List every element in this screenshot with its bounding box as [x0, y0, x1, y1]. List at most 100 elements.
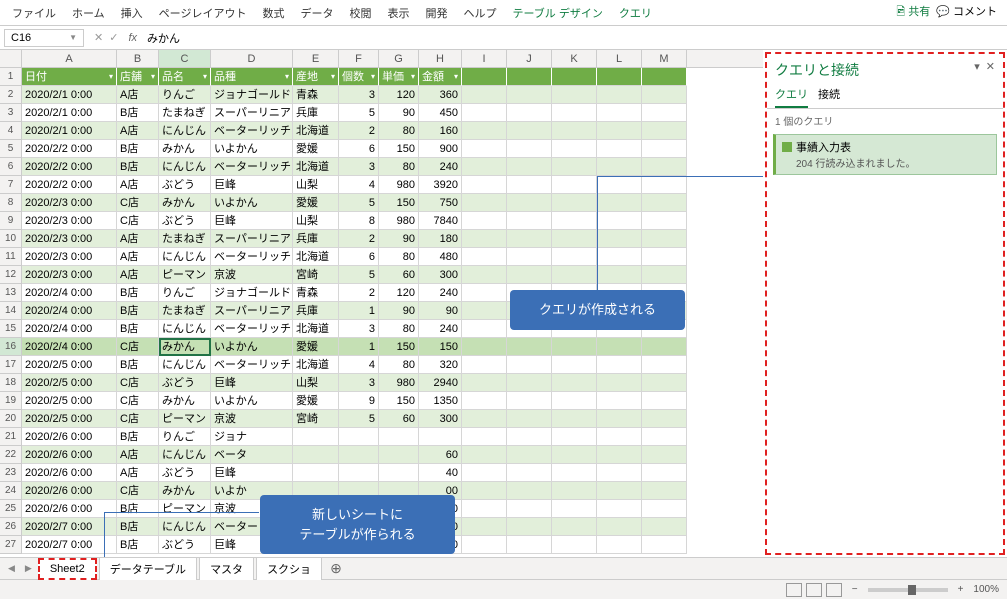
row-header[interactable]: 25 [0, 500, 22, 518]
cell[interactable]: いよかん [211, 194, 293, 212]
ribbon-tab-formula[interactable]: 数式 [254, 1, 292, 25]
sheet-tab[interactable]: マスタ [199, 557, 254, 580]
cell[interactable]: りんご [159, 428, 211, 446]
sheet-tab[interactable]: スクショ [256, 557, 322, 580]
cell[interactable] [507, 212, 552, 230]
cell[interactable]: 60 [379, 410, 419, 428]
cell[interactable] [642, 140, 687, 158]
cell[interactable] [552, 428, 597, 446]
zoom-slider[interactable] [868, 588, 948, 592]
cell[interactable] [597, 356, 642, 374]
cell[interactable] [462, 122, 507, 140]
cell[interactable] [552, 68, 597, 86]
cell[interactable] [642, 230, 687, 248]
cell[interactable]: いよかん [211, 392, 293, 410]
pane-tab-connections[interactable]: 接続 [818, 86, 840, 108]
cell[interactable] [597, 464, 642, 482]
cell[interactable]: 2020/2/7 0:00 [22, 536, 117, 554]
cell[interactable]: りんご [159, 284, 211, 302]
cell[interactable]: 9 [339, 392, 379, 410]
cell[interactable] [642, 392, 687, 410]
cell[interactable]: 2 [339, 122, 379, 140]
cell[interactable]: 80 [379, 248, 419, 266]
cell[interactable]: 150 [379, 392, 419, 410]
col-header[interactable]: A [22, 50, 117, 67]
row-header[interactable]: 2 [0, 86, 22, 104]
cell[interactable]: 90 [379, 230, 419, 248]
cell[interactable] [597, 482, 642, 500]
cell[interactable]: スーパーリニア [211, 104, 293, 122]
cell[interactable] [642, 104, 687, 122]
cell[interactable] [642, 536, 687, 554]
cell[interactable] [552, 464, 597, 482]
cell[interactable] [462, 194, 507, 212]
col-header[interactable]: I [462, 50, 507, 67]
cell[interactable]: 2020/2/5 0:00 [22, 410, 117, 428]
cell[interactable]: B店 [117, 284, 159, 302]
cell[interactable]: 90 [379, 302, 419, 320]
cell[interactable]: 巨峰 [211, 374, 293, 392]
cell[interactable] [379, 464, 419, 482]
cell[interactable] [419, 428, 462, 446]
share-button[interactable]: 🖻 共有 [896, 3, 930, 22]
cell[interactable] [507, 194, 552, 212]
cell[interactable]: 80 [379, 158, 419, 176]
cell[interactable] [507, 158, 552, 176]
cell[interactable]: 巨峰 [211, 212, 293, 230]
row-header[interactable]: 20 [0, 410, 22, 428]
col-header[interactable]: L [597, 50, 642, 67]
cell[interactable]: 2020/2/1 0:00 [22, 86, 117, 104]
cell[interactable]: にんじん [159, 158, 211, 176]
cell[interactable]: 6 [339, 140, 379, 158]
cell[interactable]: C店 [117, 338, 159, 356]
add-sheet-button[interactable]: ⊕ [324, 560, 348, 577]
cell[interactable]: ジョナゴールド [211, 86, 293, 104]
cell[interactable] [597, 86, 642, 104]
cell[interactable] [552, 122, 597, 140]
cell[interactable]: 3 [339, 374, 379, 392]
cell[interactable] [462, 68, 507, 86]
cell[interactable]: A店 [117, 464, 159, 482]
cell[interactable]: 2 [339, 230, 379, 248]
cell[interactable]: 宮崎 [293, 266, 339, 284]
cell[interactable]: 山梨 [293, 176, 339, 194]
ribbon-tab-file[interactable]: ファイル [4, 1, 64, 25]
cell[interactable]: B店 [117, 500, 159, 518]
cell[interactable] [597, 68, 642, 86]
cell[interactable]: ベーターリッチ [211, 122, 293, 140]
cell[interactable] [552, 410, 597, 428]
row-header[interactable]: 8 [0, 194, 22, 212]
cell[interactable]: 北海道 [293, 122, 339, 140]
cell[interactable]: 山梨 [293, 374, 339, 392]
cell[interactable]: 1350 [419, 392, 462, 410]
cell[interactable] [552, 86, 597, 104]
cell[interactable]: 愛媛 [293, 194, 339, 212]
cell[interactable]: 360 [419, 86, 462, 104]
cell[interactable]: 8 [339, 212, 379, 230]
cell[interactable] [507, 482, 552, 500]
cell[interactable]: 240 [419, 158, 462, 176]
col-header[interactable]: G [379, 50, 419, 67]
cell[interactable] [597, 410, 642, 428]
cell[interactable]: 300 [419, 410, 462, 428]
col-header[interactable]: H [419, 50, 462, 67]
row-header[interactable]: 3 [0, 104, 22, 122]
cell[interactable]: 980 [379, 374, 419, 392]
cell[interactable]: 150 [419, 338, 462, 356]
cell[interactable]: 180 [419, 230, 462, 248]
cell[interactable]: 60 [419, 446, 462, 464]
cell[interactable]: ぶどう [159, 212, 211, 230]
cell[interactable] [552, 392, 597, 410]
cell[interactable] [597, 248, 642, 266]
cell[interactable]: 300 [419, 266, 462, 284]
table-header-cell[interactable]: 個数▾ [339, 68, 379, 86]
cell[interactable]: A店 [117, 266, 159, 284]
cell[interactable]: にんじん [159, 518, 211, 536]
view-layout-button[interactable] [806, 583, 822, 597]
cell[interactable]: みかん [159, 482, 211, 500]
cell[interactable] [552, 500, 597, 518]
cell[interactable]: C店 [117, 212, 159, 230]
cell[interactable]: ぶどう [159, 464, 211, 482]
cell[interactable]: B店 [117, 104, 159, 122]
cell[interactable] [597, 158, 642, 176]
